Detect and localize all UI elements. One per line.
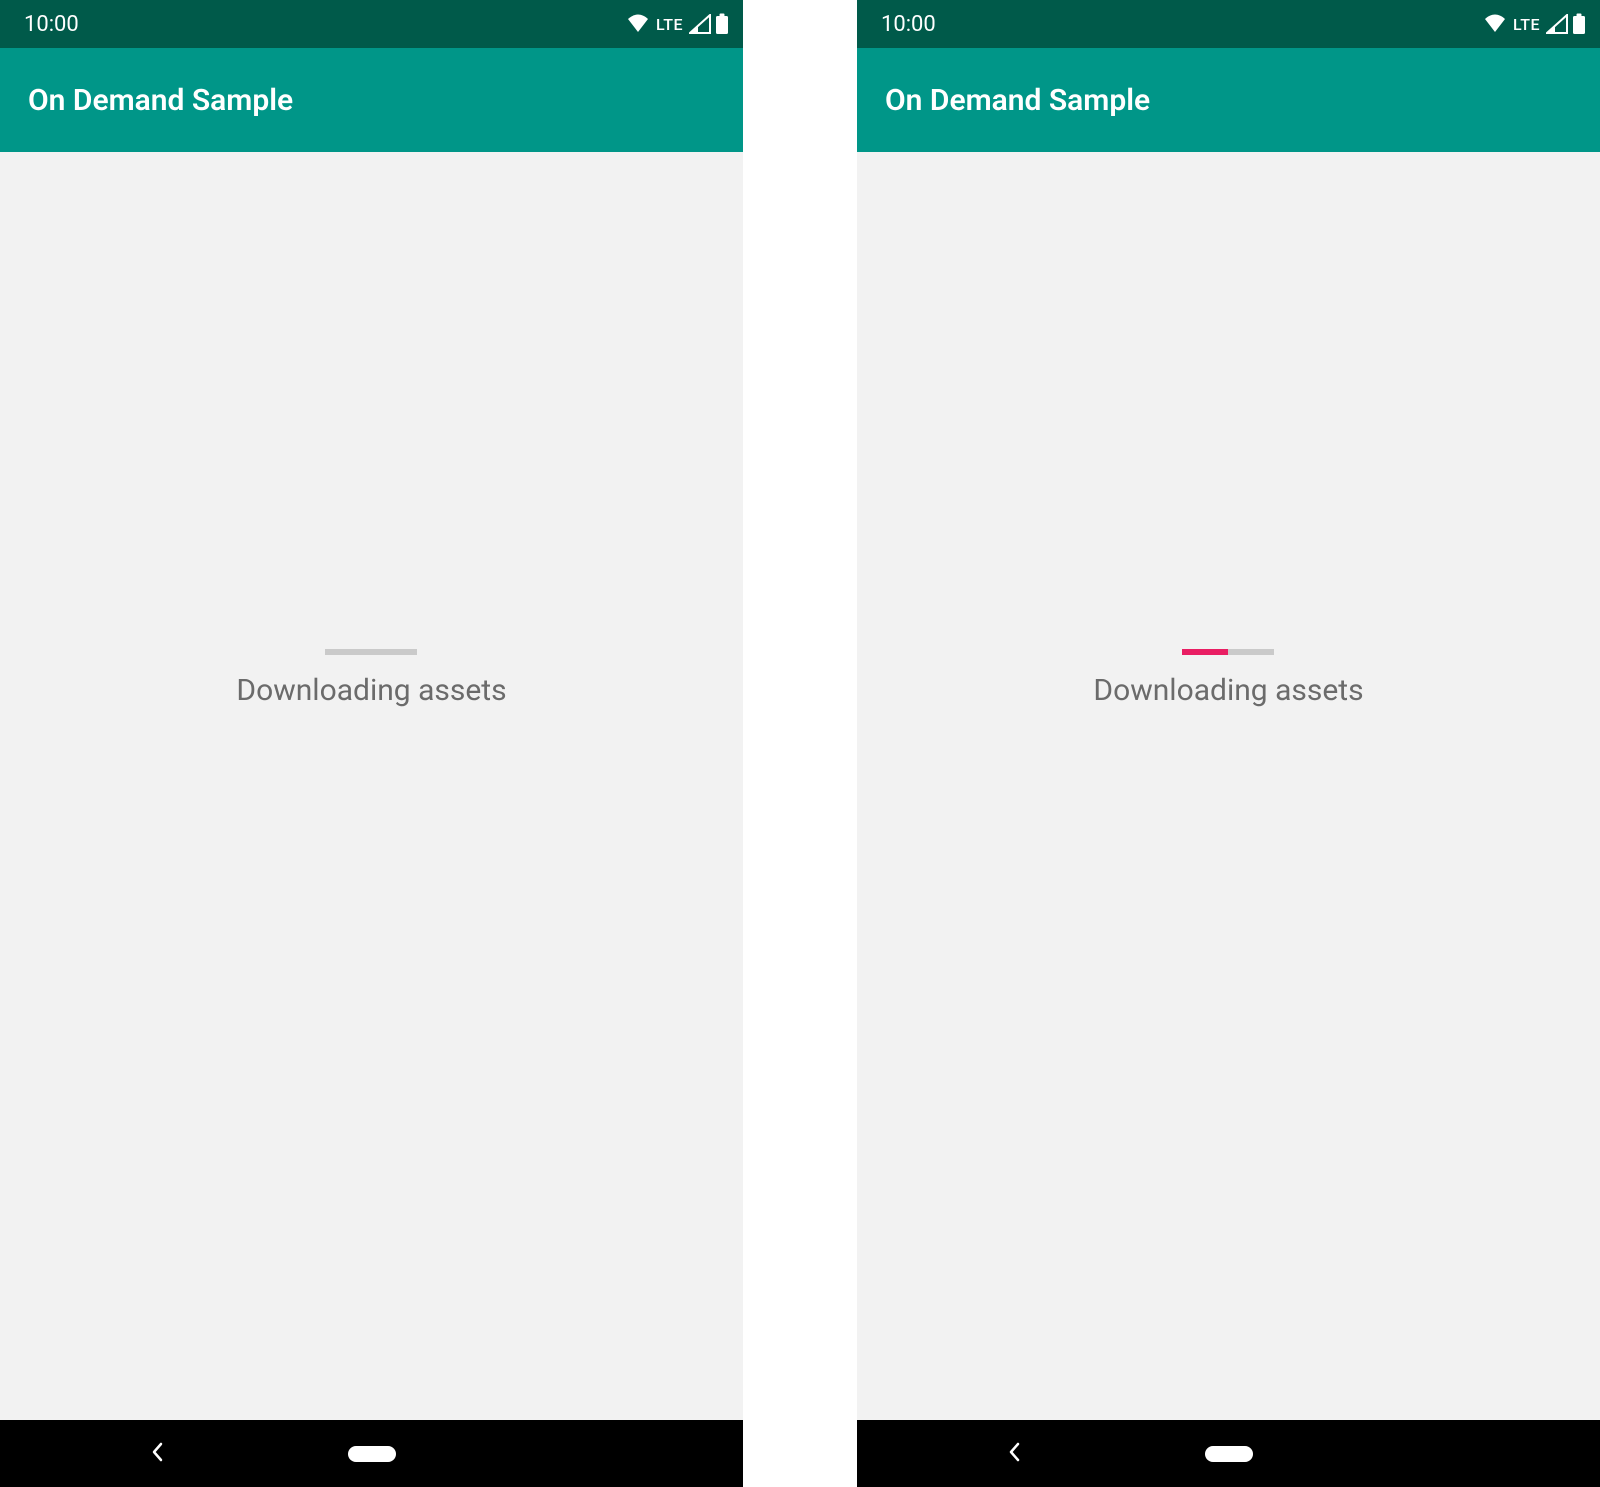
wifi-icon: [626, 14, 650, 34]
content-area: Downloading assets: [857, 152, 1600, 1420]
battery-icon: [715, 13, 729, 35]
app-bar: On Demand Sample: [857, 48, 1600, 152]
nav-bar: [857, 1420, 1600, 1487]
app-title: On Demand Sample: [885, 83, 1150, 118]
status-time: 10:00: [24, 12, 79, 37]
nav-bar: [0, 1420, 743, 1487]
wifi-icon: [1483, 14, 1507, 34]
loading-group: Downloading assets: [1093, 649, 1363, 708]
nav-back-button[interactable]: [150, 1440, 166, 1468]
progress-fill: [1182, 649, 1228, 655]
progress-bar: [325, 649, 417, 655]
app-bar: On Demand Sample: [0, 48, 743, 152]
signal-icon: [1546, 14, 1568, 34]
status-time: 10:00: [881, 12, 936, 37]
phone-screen-1: 10:00 LTE On Demand Sample Downloading a…: [0, 0, 743, 1487]
app-title: On Demand Sample: [28, 83, 293, 118]
network-label: LTE: [1513, 15, 1540, 34]
content-area: Downloading assets: [0, 152, 743, 1420]
loading-group: Downloading assets: [236, 649, 506, 708]
nav-home-button[interactable]: [348, 1446, 396, 1462]
status-bar: 10:00 LTE: [857, 0, 1600, 48]
loading-label: Downloading assets: [1093, 673, 1363, 708]
progress-bar: [1182, 649, 1274, 655]
signal-icon: [689, 14, 711, 34]
status-bar: 10:00 LTE: [0, 0, 743, 48]
battery-icon: [1572, 13, 1586, 35]
nav-back-button[interactable]: [1007, 1440, 1023, 1468]
status-icons: LTE: [1483, 13, 1586, 35]
nav-home-button[interactable]: [1205, 1446, 1253, 1462]
loading-label: Downloading assets: [236, 673, 506, 708]
status-icons: LTE: [626, 13, 729, 35]
phone-screen-2: 10:00 LTE On Demand Sample Downloading a…: [857, 0, 1600, 1487]
network-label: LTE: [656, 15, 683, 34]
